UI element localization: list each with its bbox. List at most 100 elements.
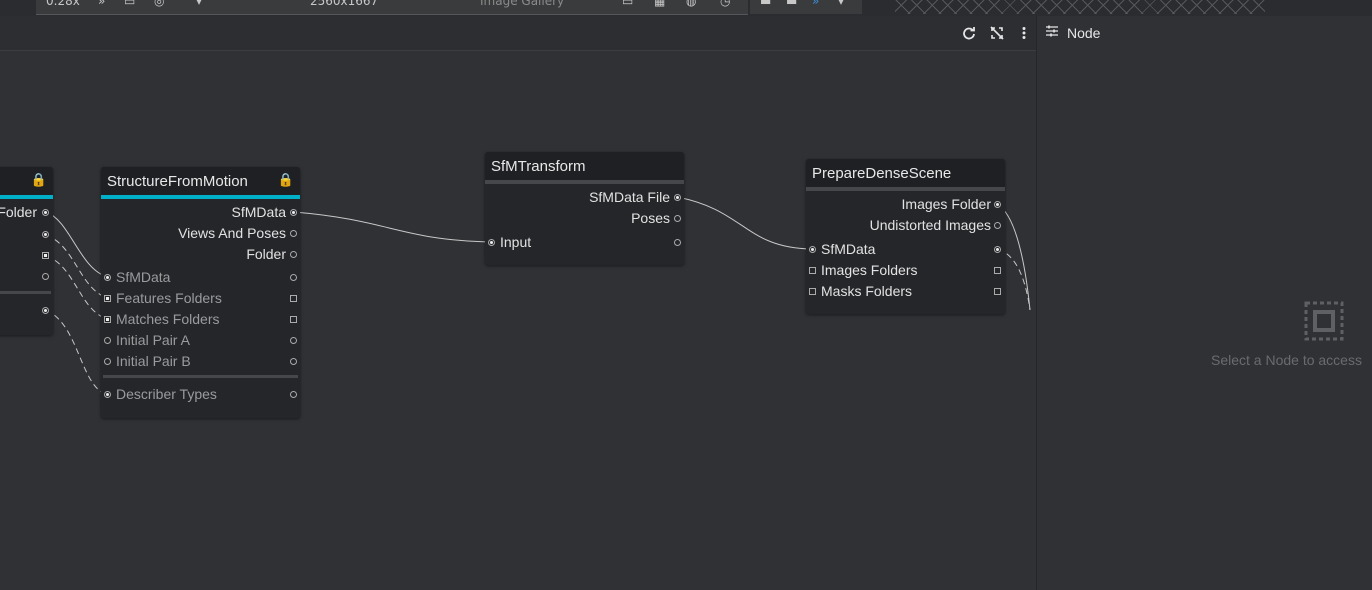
port-output-2[interactable] [42, 231, 49, 238]
node-status-bar [485, 180, 684, 184]
port-output-sfmdata[interactable] [290, 209, 297, 216]
edge-matches-folders [45, 255, 109, 320]
input-matches-folders: Matches Folders [116, 311, 220, 327]
port-describer-types-out[interactable] [290, 391, 297, 398]
port-output-5[interactable] [42, 307, 49, 314]
grid-icon[interactable]: ▭ [622, 0, 633, 8]
globe-icon[interactable]: ◎ [154, 0, 164, 8]
zoom-level: 0.28x [46, 0, 80, 8]
node-separator [0, 291, 51, 294]
port-input-out[interactable] [674, 239, 681, 246]
output-undistorted-images: Undistorted Images [869, 217, 991, 233]
image-resolution: 2560x1667 [310, 0, 379, 8]
output-sfmdata: SfMData [231, 204, 286, 220]
output-poses: Poses [631, 210, 670, 226]
lock-icon: 🔒 [277, 172, 294, 187]
node-title: PrepareDenseScene [812, 165, 952, 182]
port-input-matches-folders[interactable] [104, 316, 111, 323]
refresh-icon[interactable] [962, 26, 976, 40]
input-features-folders: Features Folders [116, 290, 222, 306]
graph-canvas[interactable]: 🔒 Folder StructureFromMotion 🔒 SfMData V… [0, 50, 1036, 590]
node-status-bar [101, 195, 300, 199]
pin-icon[interactable]: ▾ [196, 0, 202, 8]
stack-icon[interactable]: ▬ [786, 0, 797, 8]
node-panel-header: Node [1037, 16, 1372, 50]
layers-icon[interactable]: ▬ [760, 0, 771, 8]
port-output-undistorted-images[interactable] [994, 222, 1001, 229]
input-initial-pair-a: Initial Pair A [116, 332, 190, 348]
node-panel-title: Node [1067, 25, 1101, 41]
port-input-masks-folders[interactable] [809, 288, 816, 295]
port-initial-pair-b-out[interactable] [290, 358, 297, 365]
viewer-mesh-preview [895, 0, 1265, 14]
image-gallery-bar: 0.28x » ▭ ◎ ▾ 2560x1667 Image Gallery ▭ … [36, 0, 748, 15]
forward-icon[interactable]: » [98, 0, 105, 8]
port-output-folder[interactable] [290, 251, 297, 258]
port-output-4[interactable] [42, 273, 49, 280]
port-matches-folders-out[interactable] [290, 316, 297, 323]
node-title-bar[interactable]: SfMTransform [485, 152, 684, 180]
node-status-bar [0, 195, 53, 199]
port-output-3[interactable] [42, 252, 49, 259]
input-masks-folders: Masks Folders [821, 283, 913, 299]
output-folder: Folder [0, 204, 37, 220]
edge-features-folders [45, 234, 109, 299]
port-input-images-folders[interactable] [809, 267, 816, 274]
node-title-bar[interactable]: StructureFromMotion [101, 167, 300, 195]
select-node-icon [1304, 301, 1344, 341]
download-icon[interactable]: ▾ [838, 0, 844, 8]
output-views-and-poses: Views And Poses [178, 225, 286, 241]
input-input: Input [500, 234, 532, 250]
feature-matching-node[interactable]: 🔒 Folder [0, 167, 53, 335]
port-input-initial-pair-a[interactable] [104, 337, 111, 344]
port-input-sfmdata-out[interactable] [290, 274, 297, 281]
port-masks-folders-out[interactable] [994, 288, 1001, 295]
node-title-bar[interactable]: PrepareDenseScene [806, 159, 1005, 187]
edge-describer-types [45, 309, 109, 396]
port-input-initial-pair-b[interactable] [104, 358, 111, 365]
tune-icon [1046, 25, 1058, 37]
output-images-folder: Images Folder [901, 196, 991, 212]
graph-editor-header [0, 16, 1037, 51]
port-output-views-and-poses[interactable] [290, 230, 297, 237]
input-describer-types: Describer Types [116, 386, 217, 402]
node-attributes-panel: Node Select a Node to access [1036, 16, 1372, 590]
port-input-features-folders[interactable] [104, 295, 111, 302]
port-output-folder[interactable] [42, 209, 49, 216]
calendar-icon[interactable]: ▦ [654, 0, 665, 8]
port-initial-pair-a-out[interactable] [290, 337, 297, 344]
port-input-sfmdata[interactable] [104, 274, 111, 281]
port-images-folders-out[interactable] [994, 267, 1001, 274]
lock-icon: 🔒 [30, 172, 47, 187]
gallery-icon[interactable]: ▭ [124, 0, 135, 8]
port-output-images-folder[interactable] [994, 201, 1001, 208]
sfm-transform-node[interactable]: SfMTransform SfMData File Poses Input [485, 152, 684, 265]
node-separator [103, 375, 298, 378]
port-features-folders-out[interactable] [290, 295, 297, 302]
port-output-sfmdata-file[interactable] [674, 194, 681, 201]
output-folder: Folder [246, 246, 286, 262]
top-toolbar-strip: 0.28x » ▭ ◎ ▾ 2560x1667 Image Gallery ▭ … [0, 0, 1372, 16]
clock-icon[interactable]: ◷ [720, 0, 730, 8]
node-panel-placeholder: Select a Node to access [1211, 352, 1362, 368]
node-title: SfMTransform [491, 158, 586, 175]
port-input-input[interactable] [488, 239, 495, 246]
input-sfmdata: SfMData [821, 241, 876, 257]
output-sfmdata-file: SfMData File [589, 189, 670, 205]
fast-forward-icon[interactable]: » [812, 0, 819, 8]
port-output-poses[interactable] [674, 215, 681, 222]
port-sfmdata-out[interactable] [994, 246, 1001, 253]
link-off-icon[interactable] [990, 26, 1004, 40]
port-input-sfmdata[interactable] [809, 246, 816, 253]
edge-transform-to-pds [676, 196, 813, 250]
node-title: StructureFromMotion [107, 173, 248, 190]
node-status-bar [806, 187, 1005, 191]
edge-sfmdata-to-transform [293, 211, 492, 243]
input-images-folders: Images Folders [821, 262, 918, 278]
more-vert-icon[interactable] [1020, 26, 1028, 40]
structure-from-motion-node[interactable]: StructureFromMotion 🔒 SfMData Views And … [101, 167, 300, 418]
port-input-describer-types[interactable] [104, 391, 111, 398]
prepare-dense-scene-node[interactable]: PrepareDenseScene Images Folder Undistor… [806, 159, 1005, 314]
input-sfmdata: SfMData [116, 269, 171, 285]
world-icon[interactable]: ◍ [686, 0, 696, 8]
